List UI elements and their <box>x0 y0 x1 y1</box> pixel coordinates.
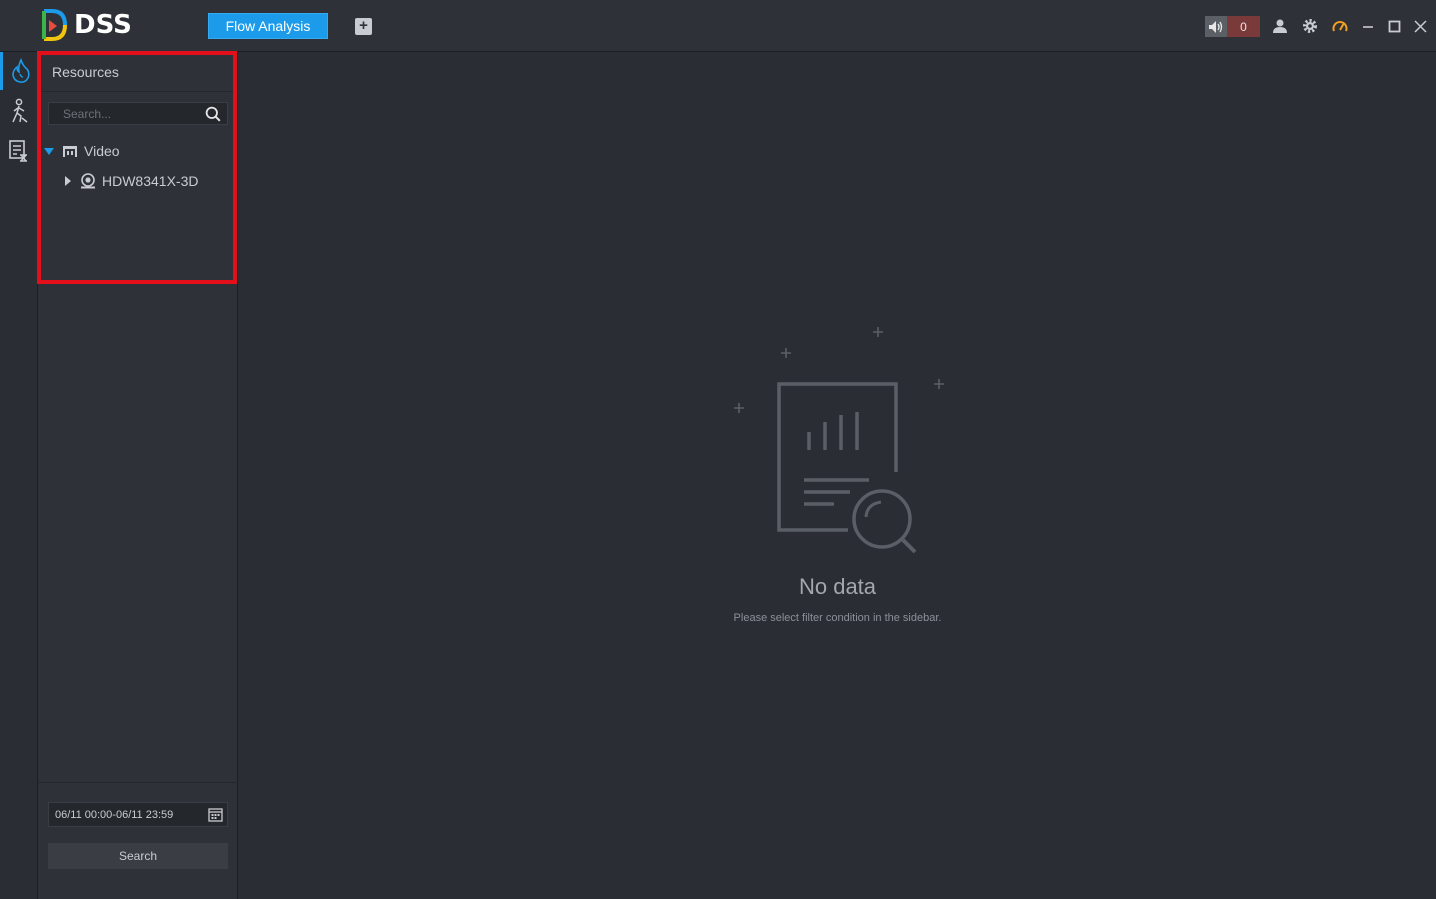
app-logo: DSS <box>40 8 132 42</box>
main-content: No data Please select filter condition i… <box>239 52 1436 899</box>
maximize-icon[interactable] <box>1385 17 1403 35</box>
heatmap-icon[interactable] <box>0 52 38 90</box>
report-icon[interactable] <box>0 132 38 170</box>
minimize-icon[interactable] <box>1359 17 1377 35</box>
logo-text: DSS <box>74 10 132 40</box>
title-bar: DSS Flow Analysis + 0 <box>0 0 1436 52</box>
tree-node-camera[interactable]: HDW8341X-3D <box>65 170 198 192</box>
tree-node-video[interactable]: Video <box>44 140 120 162</box>
people-flow-icon[interactable] <box>0 92 38 130</box>
user-icon[interactable] <box>1271 17 1289 35</box>
resources-sidebar: Resources Video <box>38 52 238 899</box>
close-icon[interactable] <box>1411 17 1429 35</box>
search-button[interactable]: Search <box>48 843 228 869</box>
left-navigation <box>0 52 38 899</box>
tree-node-label: HDW8341X-3D <box>102 173 199 189</box>
camera-icon <box>80 173 96 189</box>
tree-node-label: Video <box>84 143 120 159</box>
date-range-field[interactable]: 06/11 00:00-06/11 23:59 <box>48 802 228 827</box>
volume-icon[interactable] <box>1205 16 1227 37</box>
chevron-right-icon[interactable] <box>65 176 71 186</box>
no-data-illustration-icon <box>729 322 959 572</box>
add-tab-button[interactable]: + <box>355 18 372 35</box>
video-group-icon <box>62 145 78 158</box>
tab-flow-analysis[interactable]: Flow Analysis <box>208 13 328 39</box>
sidebar-title: Resources <box>38 52 237 92</box>
calendar-icon[interactable] <box>203 803 227 826</box>
gear-icon[interactable] <box>1301 17 1319 35</box>
empty-state-title: No data <box>798 574 877 599</box>
empty-state-subtitle: Please select filter condition in the si… <box>733 612 942 624</box>
alarm-indicator[interactable]: 0 <box>1205 16 1260 37</box>
date-range-value: 06/11 00:00-06/11 23:59 <box>55 808 174 821</box>
search-input[interactable] <box>49 103 199 124</box>
chevron-down-icon[interactable] <box>44 147 54 155</box>
search-icon[interactable] <box>203 104 223 124</box>
resource-search <box>48 102 228 125</box>
dss-logo-icon <box>42 9 67 41</box>
alarm-count-badge: 0 <box>1227 16 1260 37</box>
performance-icon[interactable] <box>1331 17 1349 35</box>
sidebar-filter-panel: 06/11 00:00-06/11 23:59 Search <box>38 782 238 899</box>
